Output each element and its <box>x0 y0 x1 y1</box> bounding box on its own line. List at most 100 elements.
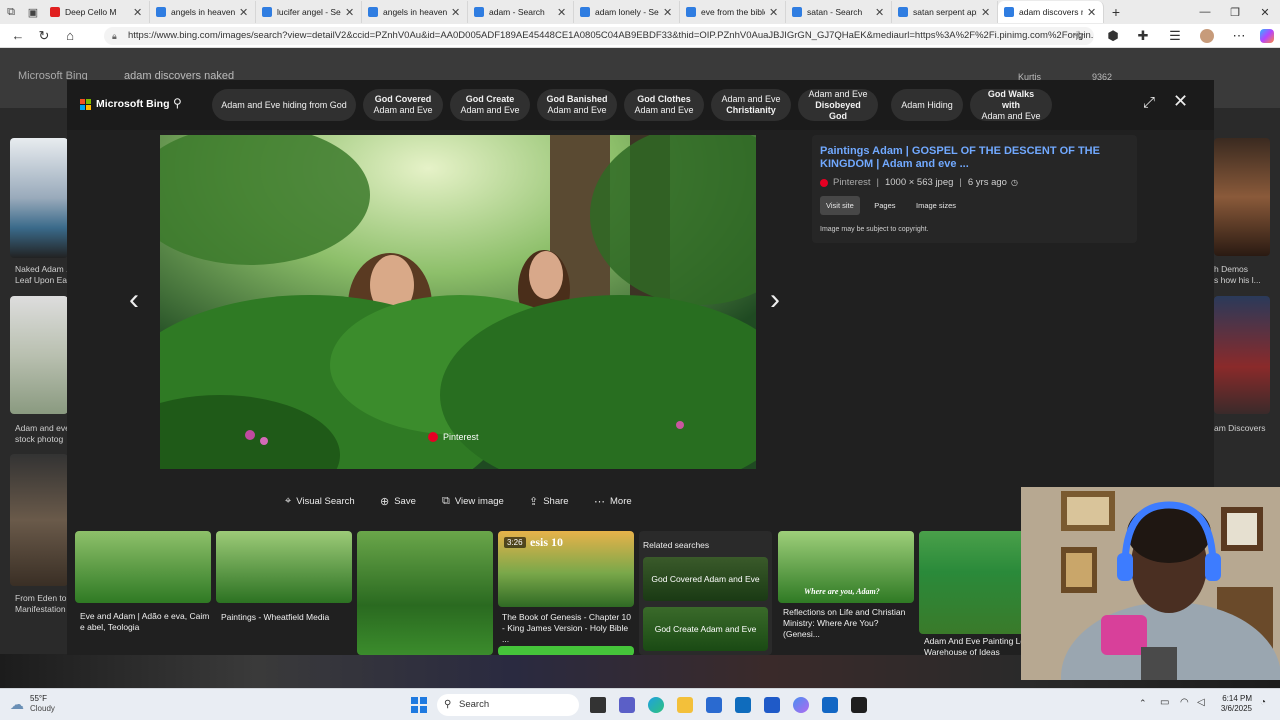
related-chip[interactable]: God Clothes Adam and Eve <box>624 89 704 121</box>
image-title-link[interactable]: Paintings Adam | GOSPEL OF THE DESCENT O… <box>820 145 1129 171</box>
visit-site-button[interactable]: Visit site <box>820 196 860 215</box>
bg-thumb-left-1[interactable] <box>10 138 68 258</box>
browser-tab[interactable]: satan - Search ✕ <box>786 1 892 23</box>
browser-tab[interactable]: angels in heaven - ✕ <box>150 1 256 23</box>
tab-close-icon[interactable]: ✕ <box>875 6 885 19</box>
edge-icon[interactable] <box>648 697 664 713</box>
related-chip[interactable]: God Banished Adam and Eve <box>537 89 617 121</box>
main-image[interactable]: Pinterest <box>160 135 756 469</box>
pages-button[interactable]: Pages <box>868 196 901 215</box>
close-window-button[interactable]: ✕ <box>1250 0 1280 24</box>
visual-search-button[interactable]: ⌖ Visual Search <box>285 495 355 508</box>
related-thumb-5[interactable]: Where are you, Adam? <box>778 531 914 603</box>
bg-thumb-left-3[interactable] <box>10 454 68 586</box>
new-tab-button[interactable]: + <box>1104 1 1128 23</box>
more-button[interactable]: ⋯ More <box>594 495 632 508</box>
settings-more-icon[interactable]: ⋯ <box>1226 24 1252 48</box>
store-icon[interactable] <box>706 697 722 713</box>
bg-thumb-left-2[interactable] <box>10 296 68 414</box>
related-thumb-3[interactable] <box>357 531 493 655</box>
modal-search-icon[interactable]: ⚲ <box>173 96 189 112</box>
browser-tab[interactable]: Deep Cello M ✕ <box>44 1 150 23</box>
related-search-item-1[interactable]: God Covered Adam and Eve <box>643 557 768 601</box>
browser-tab[interactable]: adam - Search ✕ <box>468 1 574 23</box>
related-thumb-2[interactable] <box>216 531 352 603</box>
browser-tab[interactable]: adam discovers na ✕ <box>998 1 1104 23</box>
related-chip[interactable]: Adam Hiding <box>891 89 963 121</box>
workspaces-icon[interactable]: ⧉ <box>0 1 22 23</box>
puzzle-icon[interactable]: ✚ <box>1130 24 1156 48</box>
outlook-new-icon[interactable] <box>822 697 838 713</box>
image-sizes-button[interactable]: Image sizes <box>910 196 962 215</box>
related-caption-6[interactable]: Adam And Eve Painting Lds Warehouse of I… <box>924 636 1030 655</box>
collections-icon[interactable]: ☰ <box>1162 24 1188 48</box>
next-arrow-icon[interactable]: › <box>770 283 780 317</box>
related-chip[interactable]: God Covered Adam and Eve <box>363 89 443 121</box>
copilot-taskbar-icon[interactable] <box>793 697 809 713</box>
tab-close-icon[interactable]: ✕ <box>981 6 991 19</box>
wifi-icon[interactable]: ◠ <box>1180 697 1189 708</box>
tab-close-icon[interactable]: ✕ <box>769 6 779 19</box>
view-image-button[interactable]: ⧉ View image <box>442 495 504 508</box>
related-chip[interactable]: God Walks with Adam and Eve <box>970 89 1052 121</box>
tab-close-icon[interactable]: ✕ <box>451 6 461 19</box>
save-button[interactable]: ⊕ Save <box>380 495 416 508</box>
tab-actions-icon[interactable]: ▣ <box>22 1 44 23</box>
clock[interactable]: 6:14 PM 3/6/2025 <box>1214 694 1252 714</box>
back-button[interactable]: ← <box>5 24 31 48</box>
tab-close-icon[interactable]: ✕ <box>133 6 143 19</box>
share-button[interactable]: ⇪ Share <box>529 495 569 508</box>
refresh-button[interactable]: ↻ <box>31 24 57 48</box>
close-modal-icon[interactable]: ✕ <box>1173 91 1188 112</box>
tray-chevron-icon[interactable]: ⌃ <box>1139 698 1147 709</box>
terminal-icon[interactable] <box>851 697 867 713</box>
copilot-icon[interactable] <box>1254 24 1280 48</box>
related-caption-2[interactable]: Paintings - Wheatfield Media <box>221 612 351 623</box>
tab-close-icon[interactable]: ✕ <box>239 6 249 19</box>
task-view-icon[interactable] <box>590 697 606 713</box>
url-field[interactable]: 🔒︎ https://www.bing.com/images/search?vi… <box>104 27 1094 45</box>
related-caption-4[interactable]: The Book of Genesis - Chapter 10 - King … <box>502 612 632 645</box>
windows-start-icon[interactable] <box>411 697 427 713</box>
related-thumb-4[interactable]: 3:26 esis 10 <box>498 531 634 607</box>
related-caption-5[interactable]: Reflections on Life and Christian Minist… <box>783 607 915 640</box>
tab-close-icon[interactable]: ✕ <box>345 6 355 19</box>
related-caption-1[interactable]: Eve and Adam | Adão e eva, Caim e abel, … <box>80 611 210 633</box>
browser-tab[interactable]: angels in heaven - ✕ <box>362 1 468 23</box>
profile-avatar[interactable] <box>1194 24 1220 48</box>
outlook-icon[interactable] <box>735 697 751 713</box>
minimize-button[interactable]: — <box>1190 0 1220 24</box>
tab-close-icon[interactable]: ✕ <box>663 6 673 19</box>
bg-thumb-right-2[interactable] <box>1214 296 1270 414</box>
network-icon[interactable]: ▭ <box>1160 697 1169 708</box>
browser-tab[interactable]: satan serpent appl ✕ <box>892 1 998 23</box>
teams-icon[interactable] <box>619 697 635 713</box>
related-thumb-6[interactable] <box>919 531 1029 634</box>
bg-thumb-right-1[interactable] <box>1214 138 1270 256</box>
extension-icon[interactable]: ⬢ <box>1100 24 1126 48</box>
related-search-item-2[interactable]: God Create Adam and Eve <box>643 607 768 651</box>
weather-widget[interactable]: ☁ 55°F Cloudy <box>10 694 55 714</box>
home-button[interactable]: ⌂ <box>57 24 83 48</box>
related-chip[interactable]: God Create Adam and Eve <box>450 89 530 121</box>
notification-bell-icon[interactable]: ◔ <box>1260 697 1266 708</box>
volume-icon[interactable]: ◁ <box>1197 697 1205 708</box>
related-thumb-4b[interactable] <box>498 646 634 655</box>
tab-close-icon[interactable]: ✕ <box>557 6 567 19</box>
browser-tab[interactable]: adam lonely - Sear ✕ <box>574 1 680 23</box>
pinterest-badge[interactable]: Pinterest <box>428 432 479 442</box>
image-source[interactable]: Pinterest <box>833 177 871 188</box>
related-chip[interactable]: Adam and Eve Disobeyed God <box>798 89 878 121</box>
prev-arrow-icon[interactable]: ‹ <box>129 283 139 317</box>
expand-icon[interactable]: ⤢ <box>1143 94 1155 111</box>
maximize-button[interactable]: ❐ <box>1220 0 1250 24</box>
browser-tab[interactable]: eve from the bible ✕ <box>680 1 786 23</box>
browser-tab[interactable]: lucifer angel - Sear ✕ <box>256 1 362 23</box>
bing-logo[interactable]: Microsoft Bing <box>80 98 170 110</box>
related-chip[interactable]: Adam and Eve hiding from God <box>212 89 356 121</box>
taskbar-search[interactable]: ⚲ Search <box>437 694 579 716</box>
app-s-icon[interactable] <box>764 697 780 713</box>
related-chip[interactable]: Adam and Eve Christianity <box>711 89 791 121</box>
file-explorer-icon[interactable] <box>677 697 693 713</box>
tab-close-icon[interactable]: ✕ <box>1087 6 1097 19</box>
